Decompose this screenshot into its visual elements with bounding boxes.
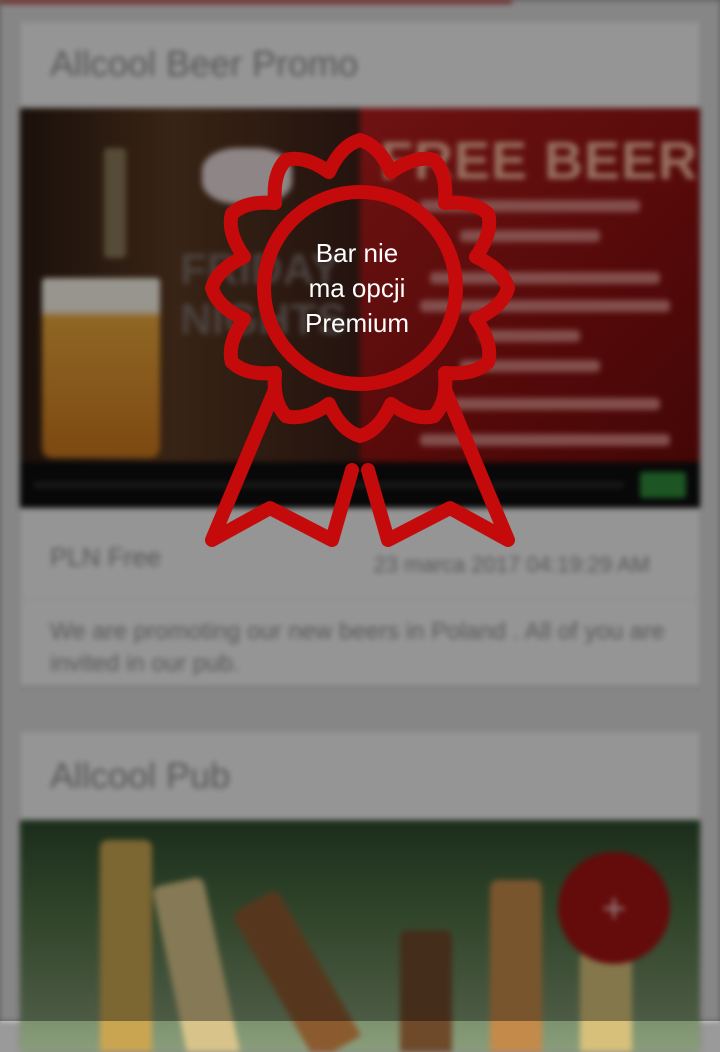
award-ribbon-icon (205, 133, 515, 547)
premium-badge-line1: Bar nie (315, 238, 399, 268)
premium-badge-line2: ma opcji (308, 273, 406, 303)
premium-badge-line3: Premium (304, 308, 409, 338)
premium-badge-text: Bar nie ma opcji Premium (252, 236, 462, 341)
